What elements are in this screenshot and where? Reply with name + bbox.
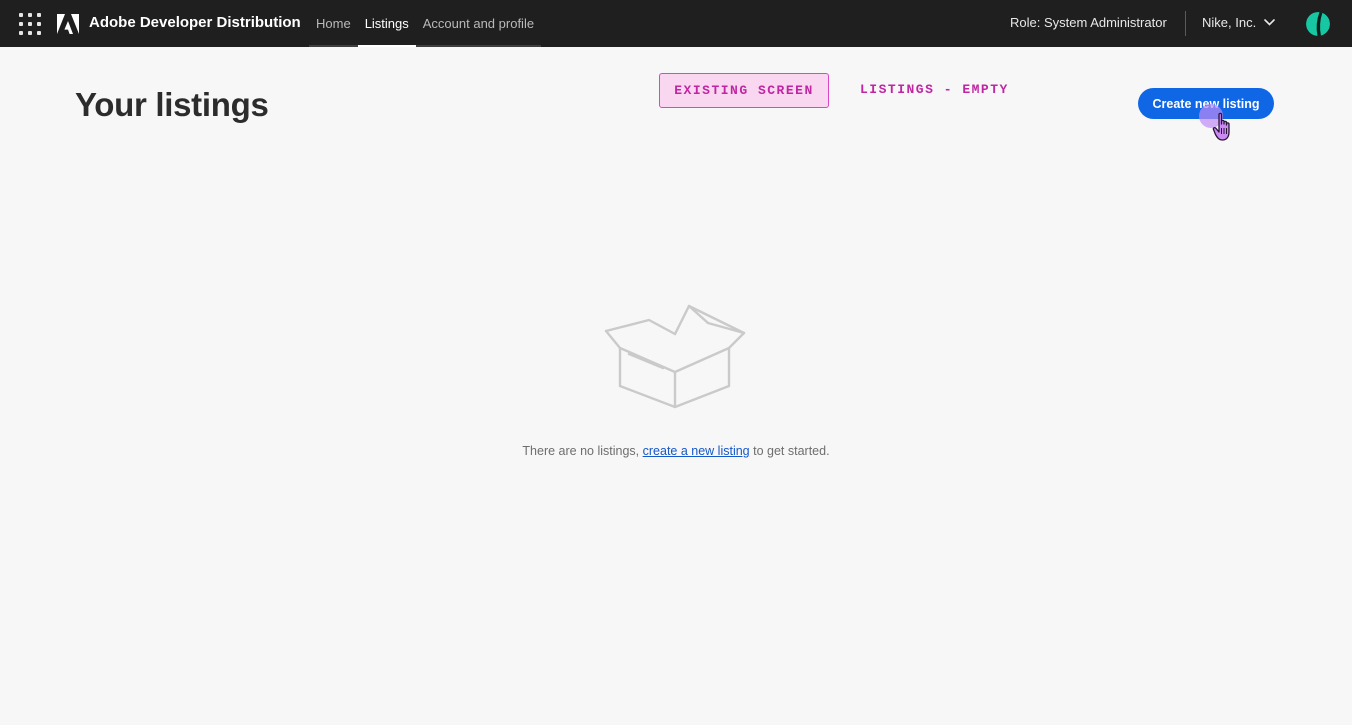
- listings-empty-tag: LISTINGS - EMPTY: [860, 82, 1009, 97]
- create-new-listing-button[interactable]: Create new listing: [1138, 88, 1274, 119]
- user-role-label: Role: System Administrator: [1010, 15, 1167, 30]
- org-name: Nike, Inc.: [1202, 15, 1257, 30]
- existing-screen-tag: EXISTING SCREEN: [659, 73, 829, 108]
- nav-tab-listings[interactable]: Listings: [357, 0, 416, 47]
- empty-state-text-after: to get started.: [749, 444, 830, 458]
- page-title: Your listings: [75, 86, 269, 123]
- app-brand-name[interactable]: Adobe Developer Distribution: [89, 14, 301, 31]
- chevron-down-icon: [1264, 19, 1275, 26]
- nav-tab-account-and-profile[interactable]: Account and profile: [415, 0, 542, 47]
- nav-tab-home[interactable]: Home: [309, 0, 358, 47]
- create-new-listing-link[interactable]: create a new listing: [643, 444, 750, 458]
- empty-state-text-before: There are no listings,: [522, 444, 643, 458]
- header-divider: [1185, 11, 1186, 36]
- adobe-logo-icon[interactable]: [57, 14, 79, 34]
- apps-grid-icon[interactable]: [19, 13, 41, 35]
- org-switcher[interactable]: Nike, Inc.: [1202, 15, 1275, 30]
- top-bar: Adobe Developer Distribution Home Listin…: [0, 0, 1352, 47]
- empty-state-message: There are no listings, create a new list…: [0, 444, 1352, 458]
- empty-box-icon: [604, 304, 746, 409]
- main-nav: Home Listings Account and profile: [309, 0, 542, 47]
- avatar-icon[interactable]: [1306, 12, 1330, 36]
